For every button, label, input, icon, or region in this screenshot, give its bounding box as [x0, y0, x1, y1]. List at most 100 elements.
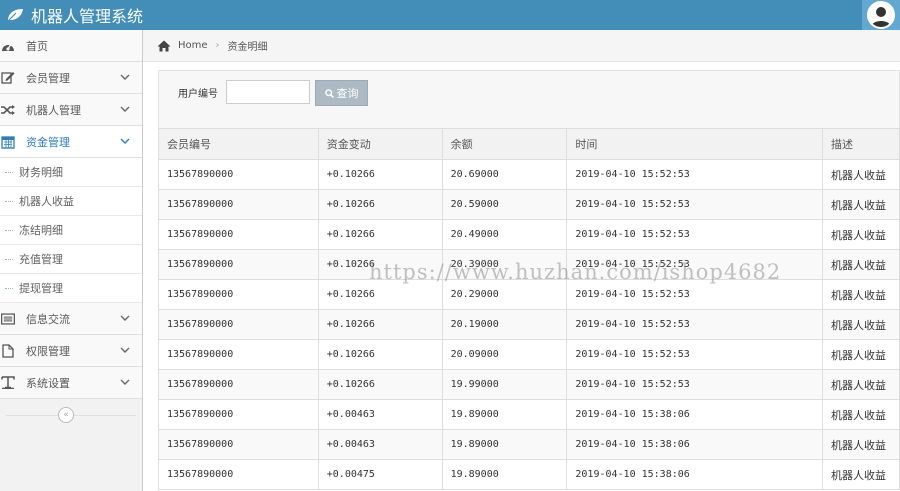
table-row: 13567890000 +0.10266 20.49000 2019-04-10 15… [158, 219, 900, 250]
cell-time: 2019-04-10 15:52:53 [566, 219, 824, 250]
user-icon [869, 3, 893, 27]
sidebar-item-label: 信息交流 [26, 312, 70, 326]
app-title: 机器人管理系统 [31, 7, 144, 26]
chevron-down-icon [120, 347, 130, 353]
funds-submenu: 财务明细 机器人收益 冻结明细 充值管理 提现管理 [0, 158, 142, 303]
sidebar-item-funds[interactable]: 资金管理 [0, 126, 142, 158]
column-header-description[interactable]: 描述 [822, 128, 900, 160]
cell-time: 2019-04-10 15:52:53 [566, 279, 824, 310]
submenu-item-label: 冻结明细 [19, 224, 63, 237]
cell-balance: 20.59000 [441, 189, 568, 220]
sidebar-item-label: 资金管理 [26, 135, 70, 149]
submenu-item-label: 财务明细 [19, 166, 63, 179]
sidebar-collapse-button[interactable]: « [58, 407, 74, 423]
sidebar-item-label: 机器人管理 [26, 103, 81, 117]
cell-member-id: 13567890000 [158, 429, 319, 460]
chevron-down-icon [120, 138, 130, 144]
edit-icon [1, 71, 15, 85]
home-icon[interactable] [157, 40, 171, 52]
cell-member-id: 13567890000 [158, 399, 319, 430]
cell-balance: 20.09000 [441, 339, 568, 370]
submenu-item-label: 充值管理 [19, 253, 63, 266]
breadcrumb-home-link[interactable]: Home [178, 40, 208, 51]
cell-balance: 20.49000 [441, 219, 568, 250]
cell-member-id: 13567890000 [158, 159, 319, 190]
cell-description: 机器人收益 [822, 459, 900, 490]
file-icon [1, 343, 15, 358]
breadcrumb-separator: › [215, 40, 220, 51]
sidebar-item-settings[interactable]: 系统设置 [0, 367, 142, 399]
table-header-row: 会员编号 资金变动 余额 时间 描述 [158, 128, 900, 160]
sidebar-item-permissions[interactable]: 权限管理 [0, 335, 142, 367]
text-icon [1, 376, 15, 390]
cell-description: 机器人收益 [822, 399, 900, 430]
table-row: 13567890000 +0.10266 20.19000 2019-04-10 15… [158, 309, 900, 340]
search-icon [324, 88, 334, 98]
table-row: 13567890000 +0.10266 20.09000 2019-04-10 15… [158, 339, 900, 370]
cell-description: 机器人收益 [822, 189, 900, 220]
cell-time: 2019-04-10 15:52:53 [566, 189, 824, 220]
submenu-item-finance-detail[interactable]: 财务明细 [0, 158, 142, 187]
cell-change: +0.10266 [317, 159, 443, 190]
shuffle-icon [1, 103, 15, 117]
cell-balance: 20.19000 [441, 309, 568, 340]
sidebar-item-label: 会员管理 [26, 71, 70, 85]
table-body: 13567890000 +0.10266 20.69000 2019-04-10 15… [158, 159, 900, 490]
submenu-item-frozen-detail[interactable]: 冻结明细 [0, 216, 142, 245]
cell-description: 机器人收益 [822, 249, 900, 280]
sidebar-item-home[interactable]: 首页 [0, 30, 142, 62]
table-row: 13567890000 +0.00475 19.89000 2019-04-10 15… [158, 459, 900, 490]
cell-description: 机器人收益 [822, 369, 900, 400]
cell-time: 2019-04-10 15:38:06 [566, 429, 824, 460]
cell-member-id: 13567890000 [158, 339, 319, 370]
sidebar-item-robots[interactable]: 机器人管理 [0, 94, 142, 126]
cell-balance: 20.29000 [441, 279, 568, 310]
column-header-time[interactable]: 时间 [566, 128, 824, 160]
table-row: 13567890000 +0.10266 20.39000 2019-04-10 15… [158, 249, 900, 280]
cell-member-id: 13567890000 [158, 369, 319, 400]
table-row: 13567890000 +0.10266 20.59000 2019-04-10 15… [158, 189, 900, 220]
cell-change: +0.10266 [317, 309, 443, 340]
cell-time: 2019-04-10 15:52:53 [566, 339, 824, 370]
cell-change: +0.10266 [317, 189, 443, 220]
brand[interactable]: 机器人管理系统 [6, 0, 143, 30]
top-navbar: 机器人管理系统 [0, 0, 900, 30]
sidebar-item-label: 首页 [26, 39, 48, 53]
table-row: 13567890000 +0.10266 19.99000 2019-04-10 15… [158, 369, 900, 400]
sidebar-item-members[interactable]: 会员管理 [0, 62, 142, 94]
cell-change: +0.10266 [317, 279, 443, 310]
dashboard-icon [1, 39, 15, 53]
chevron-down-icon [120, 379, 130, 385]
cell-description: 机器人收益 [822, 159, 900, 190]
cell-change: +0.10266 [317, 339, 443, 370]
column-header-member-id[interactable]: 会员编号 [158, 128, 319, 160]
user-menu[interactable] [862, 0, 900, 30]
sidebar-item-label: 系统设置 [26, 376, 70, 390]
cell-member-id: 13567890000 [158, 189, 319, 220]
submenu-item-recharge[interactable]: 充值管理 [0, 245, 142, 274]
cell-balance: 19.89000 [441, 459, 568, 490]
cell-change: +0.10266 [317, 249, 443, 280]
cell-change: +0.00463 [317, 399, 443, 430]
sidebar-item-messages[interactable]: 信息交流 [0, 303, 142, 335]
user-id-input[interactable] [226, 80, 310, 104]
sidebar: 首页 会员管理 机器人管理 资金管理 财务明细 机器人收益 冻结明细 充值管理 … [0, 30, 143, 491]
search-button[interactable]: 查询 [315, 80, 368, 106]
cell-description: 机器人收益 [822, 429, 900, 460]
cell-description: 机器人收益 [822, 339, 900, 370]
search-button-label: 查询 [336, 87, 359, 100]
submenu-item-withdraw[interactable]: 提现管理 [0, 274, 142, 303]
submenu-item-robot-income[interactable]: 机器人收益 [0, 187, 142, 216]
double-chevron-left-icon: « [63, 410, 69, 420]
main-content: Home › 资金明细 用户编号 查询 会员编号 资金变动 余额 时间 描述 1… [143, 30, 900, 491]
cell-time: 2019-04-10 15:52:53 [566, 249, 824, 280]
cell-member-id: 13567890000 [158, 309, 319, 340]
cell-balance: 19.99000 [441, 369, 568, 400]
chevron-down-icon [120, 106, 130, 112]
breadcrumb: Home › 资金明细 [143, 30, 900, 62]
list-icon [1, 312, 15, 326]
cell-description: 机器人收益 [822, 309, 900, 340]
column-header-balance[interactable]: 余额 [441, 128, 568, 160]
sidebar-collapse-row: « [0, 399, 142, 433]
column-header-change[interactable]: 资金变动 [317, 128, 443, 160]
